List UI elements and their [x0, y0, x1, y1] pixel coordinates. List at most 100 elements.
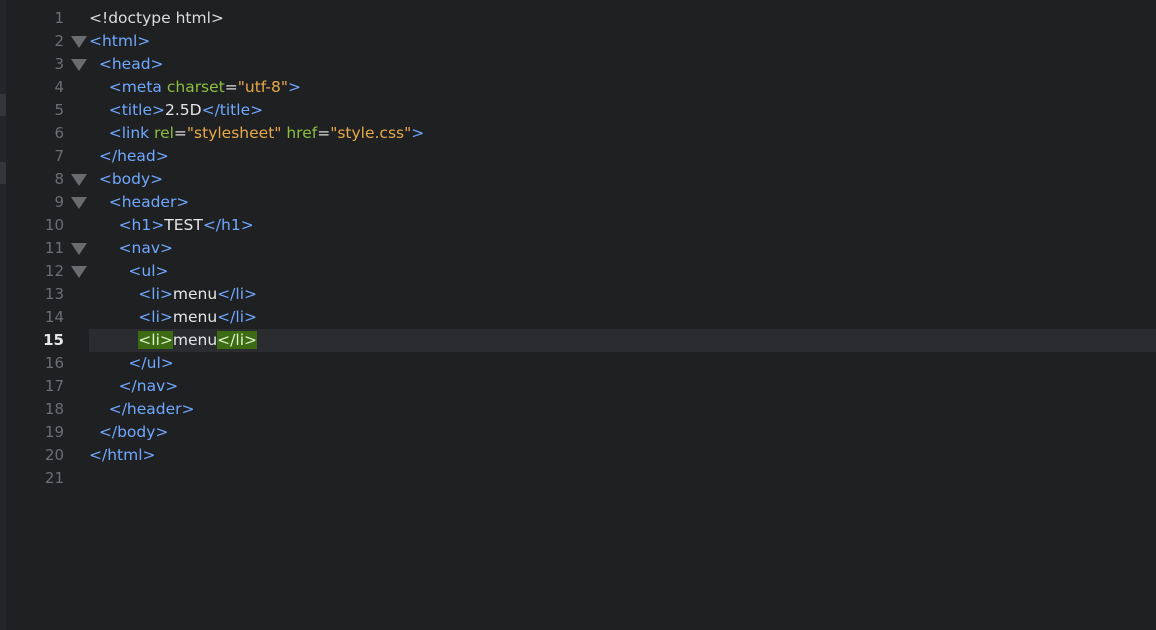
- token-plain: <!doctype html>: [89, 9, 224, 27]
- token-plain: =: [317, 124, 331, 142]
- code-text[interactable]: <html>: [89, 30, 150, 53]
- code-line[interactable]: 13 <li>menu</li>: [0, 283, 1156, 306]
- fold-triangle-icon[interactable]: [71, 36, 87, 48]
- code-text[interactable]: <li>menu</li>: [89, 306, 257, 329]
- code-text[interactable]: </header>: [89, 398, 195, 421]
- code-line[interactable]: 1 <!doctype html>: [0, 7, 1156, 30]
- line-number: 7: [54, 147, 64, 165]
- token-tag: <ul>: [128, 262, 169, 280]
- line-number: 4: [54, 78, 64, 96]
- code-line[interactable]: 21: [0, 467, 1156, 490]
- token-tag: </h1>: [202, 216, 254, 234]
- code-line[interactable]: 7 </head>: [0, 145, 1156, 168]
- token-tag: </nav>: [118, 377, 179, 395]
- token-str: "style.css": [330, 124, 412, 142]
- code-text[interactable]: <head>: [89, 53, 164, 76]
- token-tag: <link: [108, 124, 155, 142]
- code-text[interactable]: </ul>: [89, 352, 173, 375]
- code-line[interactable]: 12 <ul>: [0, 260, 1156, 283]
- line-number: 18: [44, 400, 64, 418]
- line-number: 20: [44, 446, 64, 464]
- code-line[interactable]: 14 <li>menu</li>: [0, 306, 1156, 329]
- token-tag: </body>: [98, 423, 169, 441]
- code-text[interactable]: <li>menu</li>: [89, 283, 257, 306]
- code-line[interactable]: 5 <title>2.5D</title>: [0, 99, 1156, 122]
- code-text[interactable]: </body>: [89, 421, 169, 444]
- fold-triangle-icon[interactable]: [71, 243, 87, 255]
- code-text[interactable]: <li>menu</li>: [89, 329, 257, 352]
- code-line[interactable]: 18 </header>: [0, 398, 1156, 421]
- line-number: 21: [44, 469, 64, 487]
- fold-triangle-icon[interactable]: [71, 197, 87, 209]
- token-tag: <nav>: [118, 239, 174, 257]
- line-number: 6: [54, 124, 64, 142]
- token-tag: </li>: [217, 308, 257, 326]
- token-tag: <head>: [98, 55, 164, 73]
- token-tag: <body>: [98, 170, 164, 188]
- token-tag: <li>: [138, 308, 173, 326]
- fold-triangle-icon[interactable]: [71, 266, 87, 278]
- code-editor[interactable]: 1 <!doctype html> 2 <html> 3 <head> 4 <meta c…: [0, 0, 1156, 630]
- token-tag: </head>: [98, 147, 169, 165]
- code-line[interactable]: 6 <link rel="stylesheet" href="style.css…: [0, 122, 1156, 145]
- token-str: "utf-8": [237, 78, 288, 96]
- code-line[interactable]: 16 </ul>: [0, 352, 1156, 375]
- token-text: menu: [172, 285, 218, 303]
- token-tag: </title>: [201, 101, 264, 119]
- fold-triangle-icon[interactable]: [71, 174, 87, 186]
- code-line[interactable]: 8 <body>: [0, 168, 1156, 191]
- token-plain: =: [224, 78, 238, 96]
- code-text[interactable]: <body>: [89, 168, 163, 191]
- code-text[interactable]: </html>: [89, 444, 156, 467]
- code-line[interactable]: 4 <meta charset="utf-8">: [0, 76, 1156, 99]
- token-plain: =: [173, 124, 187, 142]
- token-tag: <header>: [108, 193, 190, 211]
- token-tag: <meta: [108, 78, 167, 96]
- line-number: 2: [54, 32, 64, 50]
- token-tag: <li>: [138, 285, 173, 303]
- line-number: 16: [44, 354, 64, 372]
- line-number: 19: [44, 423, 64, 441]
- code-line[interactable]: 17 </nav>: [0, 375, 1156, 398]
- code-text[interactable]: <meta charset="utf-8">: [89, 76, 301, 99]
- line-number: 10: [44, 216, 64, 234]
- code-line[interactable]: 19 </body>: [0, 421, 1156, 444]
- code-text[interactable]: <ul>: [89, 260, 169, 283]
- token-text: menu: [172, 308, 218, 326]
- token-text: menu: [172, 331, 218, 349]
- line-number: 12: [44, 262, 64, 280]
- token-text: 2.5D: [165, 101, 202, 119]
- code-line[interactable]: 10 <h1>TEST</h1>: [0, 214, 1156, 237]
- code-text[interactable]: <h1>TEST</h1>: [89, 214, 254, 237]
- code-text[interactable]: <header>: [89, 191, 190, 214]
- code-text[interactable]: </nav>: [89, 375, 179, 398]
- code-line[interactable]: 15 <li>menu</li>: [0, 329, 1156, 352]
- code-text[interactable]: </head>: [89, 145, 169, 168]
- code-line[interactable]: 20 </html>: [0, 444, 1156, 467]
- code-text[interactable]: <link rel="stylesheet" href="style.css">: [89, 122, 425, 145]
- code-line[interactable]: 3 <head>: [0, 53, 1156, 76]
- code-text[interactable]: <!doctype html>: [89, 7, 224, 30]
- line-number: 1: [54, 9, 64, 27]
- code-line[interactable]: 2 <html>: [0, 30, 1156, 53]
- token-attr: charset: [166, 78, 225, 96]
- fold-triangle-icon[interactable]: [71, 59, 87, 71]
- token-tag: <html>: [89, 32, 151, 50]
- code-line[interactable]: 9 <header>: [0, 191, 1156, 214]
- line-number: 3: [54, 55, 64, 73]
- code-text[interactable]: <title>2.5D</title>: [89, 99, 263, 122]
- code-line[interactable]: 11 <nav>: [0, 237, 1156, 260]
- token-match: </li>: [217, 331, 257, 349]
- code-text[interactable]: <nav>: [89, 237, 173, 260]
